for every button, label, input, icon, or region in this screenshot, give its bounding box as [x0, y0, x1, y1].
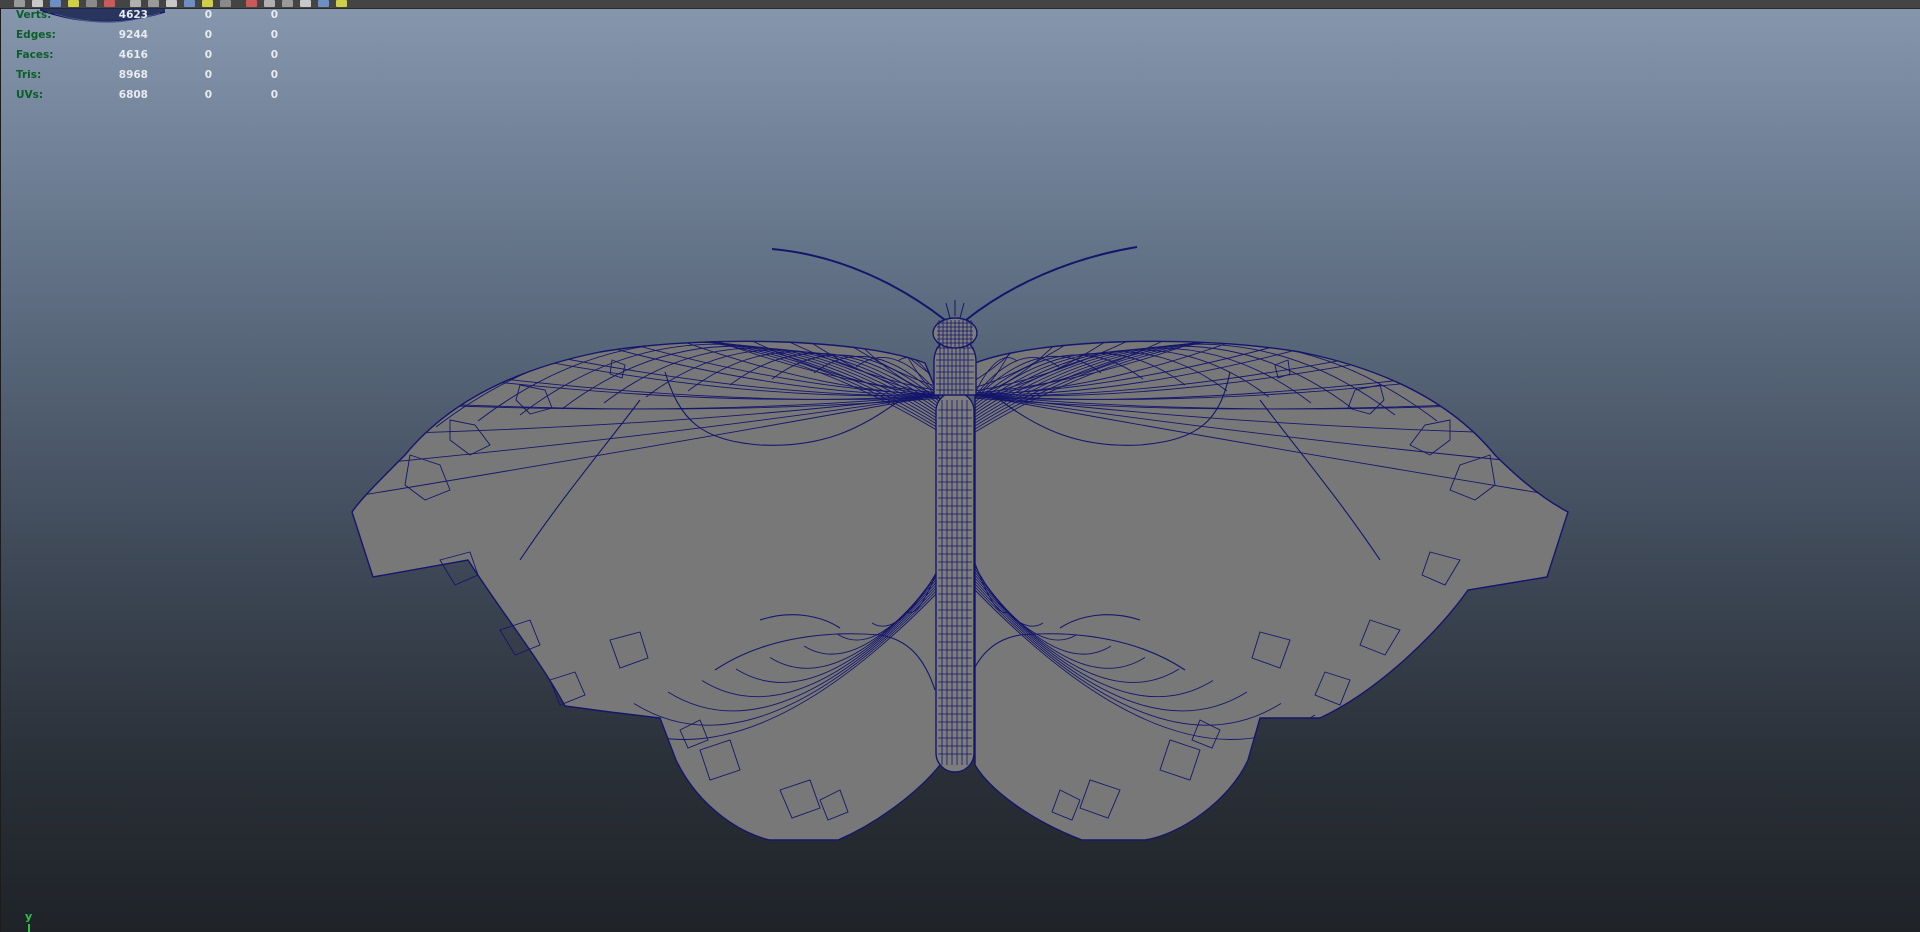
hud-value: 0: [270, 89, 278, 101]
hud-value: 0: [270, 69, 278, 81]
hud-value: 8968: [118, 69, 148, 81]
hud-label: Tris:: [16, 69, 42, 81]
hud-value: 9244: [118, 29, 148, 41]
hud-value: 0: [270, 29, 278, 41]
right-wing: [974, 340, 1569, 841]
hud-value: 0: [204, 89, 212, 101]
hud-value: 4623: [118, 9, 148, 21]
hud-value: 0: [204, 69, 212, 81]
axis-indicator: y: [22, 910, 42, 932]
hud-value: 0: [270, 49, 278, 61]
viewport-3d[interactable]: [0, 0, 1920, 932]
hud-label: UVs:: [16, 89, 44, 101]
hud-label: Edges:: [16, 29, 56, 41]
butterfly-mesh[interactable]: [241, 215, 1673, 841]
butterfly-head: [932, 317, 978, 349]
hud-label: Faces:: [16, 49, 54, 61]
axis-y-line: [28, 924, 30, 932]
hud-value: 0: [270, 9, 278, 21]
hud-value: 0: [204, 29, 212, 41]
butterfly-antennae: [771, 246, 1138, 321]
axis-y-label: y: [25, 910, 33, 923]
hud-label: Verts:: [16, 9, 52, 21]
left-wing: [351, 340, 941, 841]
hud-value: 0: [204, 49, 212, 61]
hud-value: 0: [204, 9, 212, 21]
butterfly-abdomen: [935, 391, 975, 773]
hud-value: 6808: [118, 89, 148, 101]
hud-value: 4616: [118, 49, 148, 61]
